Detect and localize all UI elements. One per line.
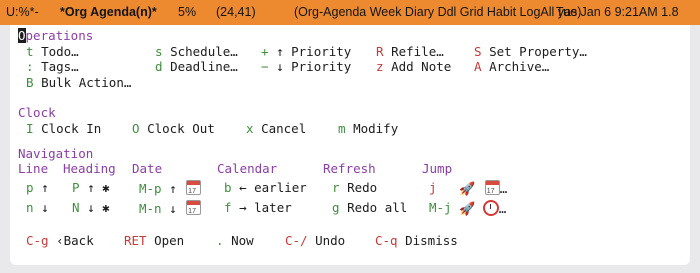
rocket-icon: 🚀 — [459, 202, 476, 217]
operations-row-2: : Tags… d Deadline… − ↓ Priority z Add N… — [10, 59, 690, 75]
menu-item-refile[interactable]: R Refile… — [376, 44, 444, 60]
alarm-clock-icon — [482, 200, 499, 216]
clock-row: I Clock In O Clock Out x Cancel m Modify — [10, 121, 690, 137]
nav-jump-alt[interactable]: M-j — [429, 200, 452, 216]
footer-now[interactable]: . Now — [216, 233, 254, 249]
nav-calendar-later[interactable]: f → later — [224, 200, 292, 216]
col-refresh: Refresh — [323, 161, 376, 176]
nav-date-prev[interactable]: M-p ↑ — [139, 180, 202, 200]
menu-item-add-note[interactable]: z Add Note — [376, 59, 451, 75]
operations-row-1: t Todo… s Schedule… + ↑ Priority R Refil… — [10, 44, 690, 60]
modeline-modes[interactable]: (Org-Agenda Week Diary Ddl Grid Habit Lo… — [294, 5, 581, 19]
clock-heading: Clock — [18, 105, 56, 120]
navigation-heading: Navigation — [18, 146, 94, 161]
footer-undo[interactable]: C-/ Undo — [285, 233, 345, 249]
menu-item-todo[interactable]: t Todo… — [26, 44, 79, 60]
nav-jump-icons: 🚀 … — [459, 180, 507, 200]
nav-line-next[interactable]: n ↓ — [26, 200, 49, 216]
nav-calendar-earlier[interactable]: b ← earlier — [224, 180, 307, 196]
menu-item-schedule[interactable]: s Schedule… — [155, 44, 238, 60]
nav-jump-alt-icons: 🚀 … — [459, 200, 507, 217]
col-heading: Heading — [63, 161, 116, 176]
rocket-icon: 🚀 — [459, 182, 476, 197]
menu-item-modify[interactable]: m Modify — [338, 121, 398, 137]
nav-heading-prev[interactable]: P ↑ ✱ — [72, 180, 110, 196]
footer-row: C-g ‹Back RET Open . Now C-/ Undo C-q Di… — [10, 233, 690, 249]
nav-redo-all[interactable]: g Redo all — [332, 200, 407, 216]
nav-line-prev[interactable]: p ↑ — [26, 180, 49, 196]
col-jump: Jump — [422, 161, 453, 176]
footer-back[interactable]: C-g ‹Back — [26, 233, 94, 249]
menu-item-archive[interactable]: A Archive… — [474, 59, 549, 75]
mode-line: U:%*- *Org Agenda(n)* 5% (24,41) (Org-Ag… — [0, 0, 700, 25]
menu-item-bulk-action[interactable]: B Bulk Action… — [26, 75, 131, 91]
col-date: Date — [132, 161, 163, 176]
menu-item-set-property[interactable]: S Set Property… — [474, 44, 587, 60]
operations-heading: Operations — [18, 28, 94, 43]
modeline-buffer-name[interactable]: *Org Agenda(n)* — [60, 5, 157, 19]
footer-open[interactable]: RET Open — [124, 233, 184, 249]
transient-menu-panel: Operations t Todo… s Schedule… + ↑ Prior… — [10, 25, 690, 265]
calendar-icon — [484, 180, 500, 200]
menu-item-priority-down[interactable]: − ↓ Priority — [261, 59, 351, 75]
col-calendar: Calendar — [217, 161, 278, 176]
nav-redo[interactable]: r Redo — [332, 180, 377, 196]
calendar-icon — [186, 200, 202, 220]
nav-heading-next[interactable]: N ↓ ✱ — [72, 200, 110, 216]
navigation-row-2: n ↓ N ↓ ✱ M-n ↓ f → later g Redo all M-j… — [10, 200, 690, 220]
navigation-columns: Line Heading Date Calendar Refresh Jump — [10, 161, 690, 177]
col-line: Line — [18, 161, 49, 176]
modeline-position: (24,41) — [216, 5, 256, 19]
footer-dismiss[interactable]: C-q Dismiss — [375, 233, 458, 249]
modeline-state: U:%*- — [6, 5, 39, 19]
text-cursor: O — [18, 28, 26, 43]
menu-item-cancel[interactable]: x Cancel — [246, 121, 306, 137]
menu-item-clock-in[interactable]: I Clock In — [26, 121, 101, 137]
operations-row-3: B Bulk Action… — [10, 75, 690, 91]
menu-item-tags[interactable]: : Tags… — [26, 59, 79, 75]
menu-item-priority-up[interactable]: + ↑ Priority — [261, 44, 351, 60]
menu-item-deadline[interactable]: d Deadline… — [155, 59, 238, 75]
modeline-datetime: Tue Jan 6 9:21AM 1.8 — [556, 5, 679, 19]
calendar-icon — [186, 180, 202, 200]
menu-item-clock-out[interactable]: O Clock Out — [132, 121, 215, 137]
nav-date-next[interactable]: M-n ↓ — [139, 200, 202, 220]
nav-jump[interactable]: j — [429, 180, 437, 196]
navigation-row-1: p ↑ P ↑ ✱ M-p ↑ b ← earlier r Redo j 🚀 … — [10, 180, 690, 200]
modeline-percent: 5% — [178, 5, 197, 19]
